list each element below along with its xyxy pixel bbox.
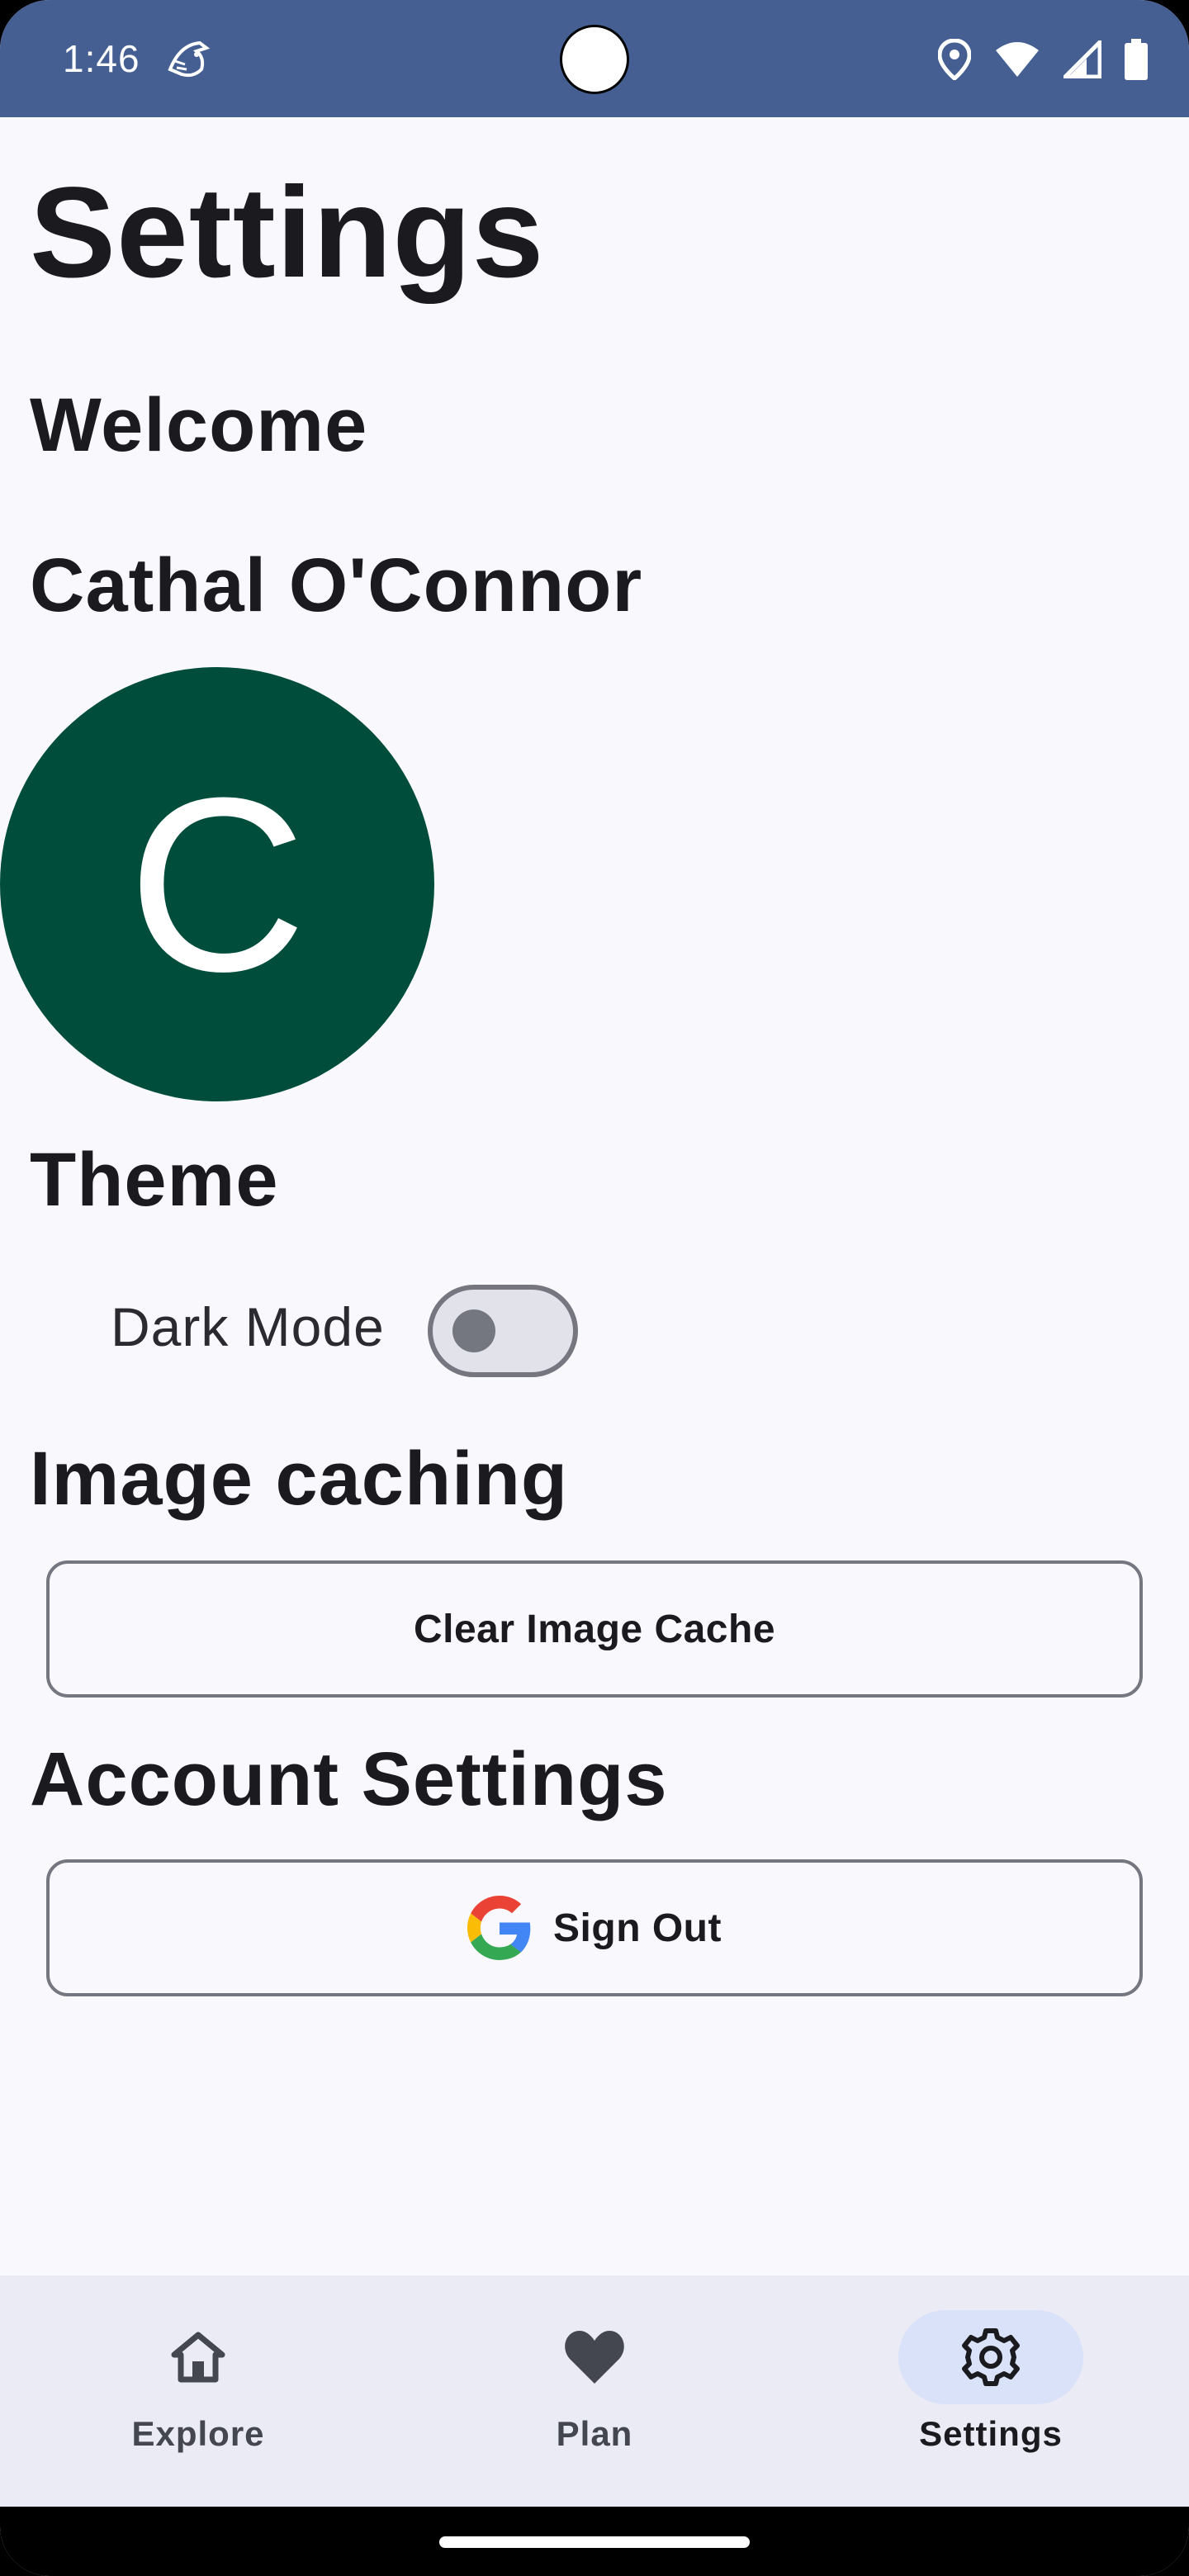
status-time: 1:46	[63, 37, 140, 80]
battery-icon	[1125, 39, 1148, 80]
nav-label-plan: Plan	[556, 2414, 633, 2453]
wifi-icon	[996, 42, 1039, 77]
user-name: Cathal O'Connor	[30, 543, 643, 627]
image-caching-heading: Image caching	[30, 1437, 569, 1521]
sign-out-label: Sign Out	[553, 1906, 722, 1950]
nav-label-explore: Explore	[131, 2414, 265, 2453]
clear-image-cache-label: Clear Image Cache	[413, 1607, 776, 1651]
bottom-navigation: Explore Plan Settings	[0, 2275, 1189, 2507]
dark-mode-switch[interactable]	[428, 1285, 578, 1377]
dark-mode-label: Dark Mode	[111, 1296, 385, 1357]
account-settings-heading: Account Settings	[30, 1737, 668, 1821]
clear-image-cache-button[interactable]: Clear Image Cache	[46, 1560, 1143, 1698]
welcome-heading: Welcome	[30, 383, 368, 467]
home-icon	[171, 2332, 225, 2383]
avatar: C	[0, 667, 434, 1101]
sign-out-button[interactable]: Sign Out	[46, 1859, 1143, 1996]
app-screen: 1:46 Settings Welcome Cathal O'Connor C …	[0, 0, 1189, 2576]
page-title: Settings	[30, 161, 545, 305]
theme-heading: Theme	[30, 1138, 279, 1222]
nav-pill-plan	[502, 2310, 687, 2404]
nav-pill-explore	[106, 2310, 291, 2404]
nav-item-settings[interactable]: Settings	[793, 2275, 1189, 2507]
gesture-handle[interactable]	[439, 2536, 750, 2548]
signal-icon	[1063, 40, 1101, 78]
status-icons	[938, 36, 1148, 83]
heart-icon	[565, 2331, 624, 2384]
location-icon	[938, 39, 971, 80]
nav-label-settings: Settings	[919, 2414, 1063, 2453]
app-notification-icon	[168, 40, 211, 78]
camera-cutout	[560, 25, 629, 94]
dark-mode-row: Dark Mode	[111, 1280, 385, 1374]
avatar-initial: C	[127, 746, 307, 1023]
google-icon	[467, 1896, 531, 1960]
status-bar: 1:46	[0, 0, 1189, 117]
switch-thumb	[452, 1309, 495, 1352]
gear-icon	[962, 2328, 1020, 2386]
nav-item-plan[interactable]: Plan	[396, 2275, 793, 2507]
nav-pill-settings	[898, 2310, 1083, 2404]
nav-item-explore[interactable]: Explore	[0, 2275, 396, 2507]
